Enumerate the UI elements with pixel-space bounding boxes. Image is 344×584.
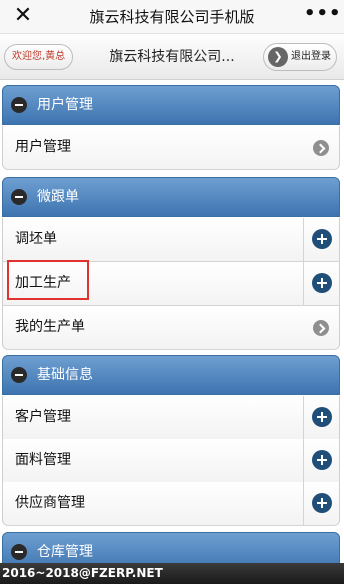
menu-item-label: 加工生产 <box>15 275 71 291</box>
add-button[interactable] <box>303 218 339 261</box>
section-title: 微跟单 <box>37 189 79 205</box>
menu-item-user-management[interactable]: 用户管理 <box>2 126 340 170</box>
menu-item-supplier-management[interactable]: 供应商管理 <box>2 482 340 526</box>
collapse-icon <box>11 97 27 113</box>
more-options-icon[interactable]: ••• <box>304 3 341 29</box>
plus-icon <box>312 273 332 293</box>
menu-item-label: 面料管理 <box>15 452 71 468</box>
add-button[interactable] <box>303 396 339 439</box>
menu-item-label: 调坯单 <box>15 231 57 247</box>
plus-icon <box>312 229 332 249</box>
plus-icon <box>312 493 332 513</box>
add-button[interactable] <box>303 439 339 482</box>
menu-item-label: 用户管理 <box>15 139 71 155</box>
welcome-badge: 欢迎您,黄总 <box>4 44 74 70</box>
logout-button[interactable]: ❯ 退出登录 <box>263 43 337 71</box>
menu-item-customer-management[interactable]: 客户管理 <box>2 396 340 440</box>
add-button[interactable] <box>303 482 339 525</box>
collapse-icon <box>11 189 27 205</box>
chevron-right-icon <box>313 320 329 336</box>
menu-item-my-production-orders[interactable]: 我的生产单 <box>2 306 340 350</box>
menu-item-label: 我的生产单 <box>15 319 85 335</box>
plus-icon <box>312 407 332 427</box>
chevron-right-icon <box>313 140 329 156</box>
close-icon[interactable]: ✕ <box>10 3 36 29</box>
add-button[interactable] <box>303 262 339 305</box>
section-header-user-management[interactable]: 用户管理 <box>2 85 340 125</box>
section-header-basic-info[interactable]: 基础信息 <box>2 355 340 395</box>
app-title: 旗云科技有限公司... <box>109 49 235 65</box>
menu-item-label: 客户管理 <box>15 409 71 425</box>
menu-item-fabric-management[interactable]: 面料管理 <box>2 439 340 483</box>
footer-watermark: 2016~2018@FZERP.NET <box>0 563 344 584</box>
footer-text: 2016~2018@FZERP.NET <box>2 566 163 580</box>
logout-label: 退出登录 <box>291 51 331 62</box>
menu-item-label: 供应商管理 <box>15 495 85 511</box>
collapse-icon <box>11 544 27 560</box>
logout-arrow-icon: ❯ <box>268 47 288 67</box>
app-header: 欢迎您,黄总 旗云科技有限公司... ❯ 退出登录 <box>0 35 344 80</box>
menu-item-adjust-greige[interactable]: 调坯单 <box>2 218 340 262</box>
section-title: 基础信息 <box>37 367 93 383</box>
section-header-order-tracking[interactable]: 微跟单 <box>2 177 340 217</box>
menu-item-processing[interactable]: 加工生产 <box>2 262 340 306</box>
section-title: 用户管理 <box>37 97 93 113</box>
collapse-icon <box>11 367 27 383</box>
wechat-titlebar: ✕ 旗云科技有限公司手机版 ••• <box>0 0 344 34</box>
plus-icon <box>312 450 332 470</box>
window-title: 旗云科技有限公司手机版 <box>89 8 255 26</box>
